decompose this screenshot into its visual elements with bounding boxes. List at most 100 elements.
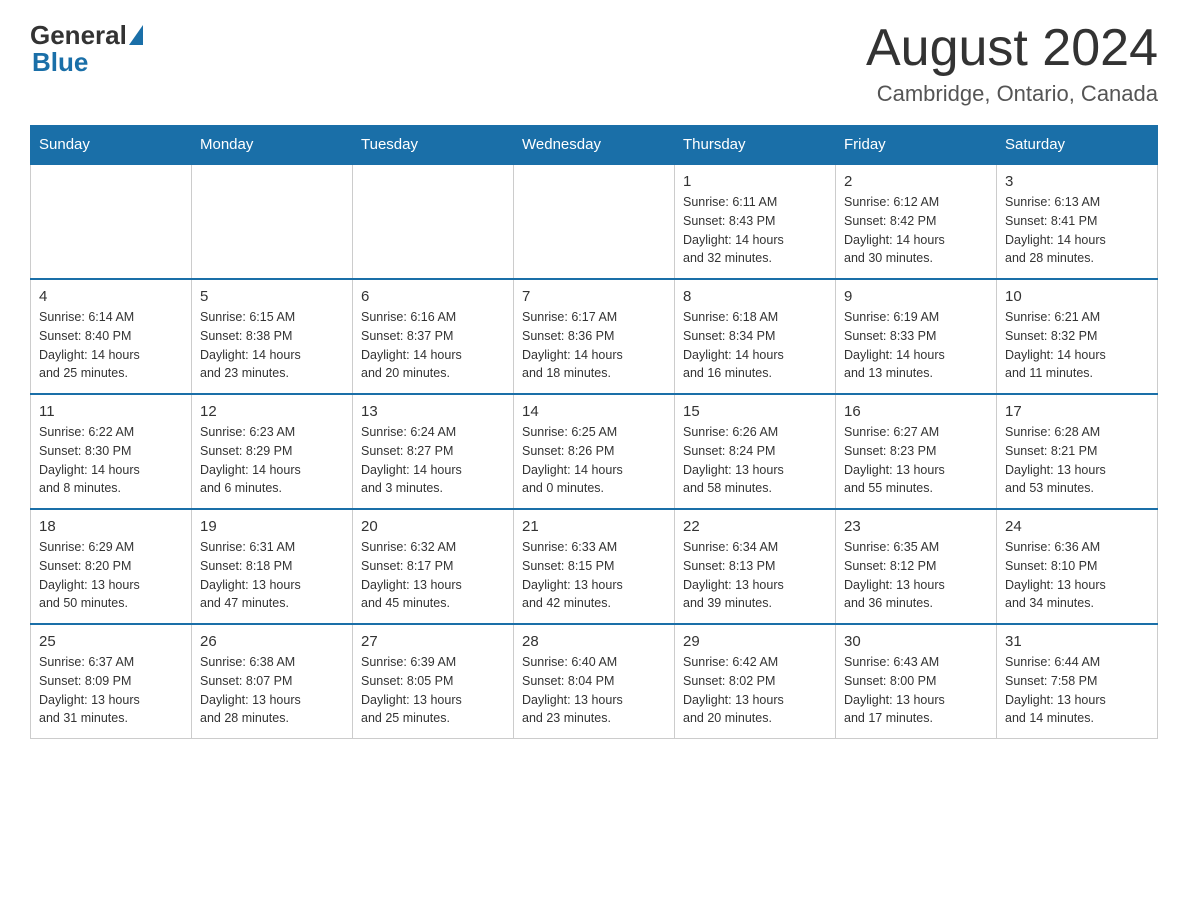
calendar-table: SundayMondayTuesdayWednesdayThursdayFrid…: [30, 125, 1158, 739]
calendar-cell: 12 Sunrise: 6:23 AMSunset: 8:29 PMDayligh…: [192, 394, 353, 509]
calendar-cell: 29 Sunrise: 6:42 AMSunset: 8:02 PMDayligh…: [675, 624, 836, 739]
calendar-cell: [31, 164, 192, 279]
day-number: 7: [522, 288, 666, 305]
day-number: 15: [683, 403, 827, 420]
calendar-cell: 8Sunrise: 6:18 AMSunset: 8:34 PMDaylight…: [675, 279, 836, 394]
calendar-cell: 13 Sunrise: 6:24 AMSunset: 8:27 PMDayligh…: [353, 394, 514, 509]
day-number: 17: [1005, 403, 1149, 420]
calendar-cell: 31 Sunrise: 6:44 AMSunset: 7:58 PMDayligh…: [997, 624, 1158, 739]
calendar-cell: [192, 164, 353, 279]
day-number: 11: [39, 403, 183, 420]
calendar-cell: 26 Sunrise: 6:38 AMSunset: 8:07 PMDayligh…: [192, 624, 353, 739]
calendar-cell: 15 Sunrise: 6:26 AMSunset: 8:24 PMDayligh…: [675, 394, 836, 509]
calendar-cell: 25Sunrise: 6:37 AMSunset: 8:09 PMDayligh…: [31, 624, 192, 739]
weekday-header-monday: Monday: [192, 126, 353, 165]
calendar-cell: 18 Sunrise: 6:29 AMSunset: 8:20 PMDayligh…: [31, 509, 192, 624]
day-info: Sunrise: 6:22 AMSunset: 8:30 PMDaylight:…: [39, 423, 183, 498]
day-info: Sunrise: 6:14 AMSunset: 8:40 PMDaylight:…: [39, 308, 183, 383]
calendar-week-5: 25Sunrise: 6:37 AMSunset: 8:09 PMDayligh…: [31, 624, 1158, 739]
calendar-cell: 9 Sunrise: 6:19 AMSunset: 8:33 PMDaylight…: [836, 279, 997, 394]
day-info: Sunrise: 6:26 AMSunset: 8:24 PMDaylight:…: [683, 423, 827, 498]
day-number: 18: [39, 518, 183, 535]
weekday-header-tuesday: Tuesday: [353, 126, 514, 165]
day-info: Sunrise: 6:16 AMSunset: 8:37 PMDaylight:…: [361, 308, 505, 383]
day-info: Sunrise: 6:13 AMSunset: 8:41 PMDaylight:…: [1005, 193, 1149, 268]
weekday-header-saturday: Saturday: [997, 126, 1158, 165]
calendar-week-3: 11 Sunrise: 6:22 AMSunset: 8:30 PMDayligh…: [31, 394, 1158, 509]
day-info: Sunrise: 6:33 AMSunset: 8:15 PMDaylight:…: [522, 538, 666, 613]
calendar-cell: 21 Sunrise: 6:33 AMSunset: 8:15 PMDayligh…: [514, 509, 675, 624]
page-header: General Blue August 2024 Cambridge, Onta…: [30, 20, 1158, 107]
calendar-cell: 10 Sunrise: 6:21 AMSunset: 8:32 PMDayligh…: [997, 279, 1158, 394]
day-info: Sunrise: 6:40 AMSunset: 8:04 PMDaylight:…: [522, 653, 666, 728]
day-number: 9: [844, 288, 988, 305]
day-number: 16: [844, 403, 988, 420]
day-number: 31: [1005, 633, 1149, 650]
day-number: 29: [683, 633, 827, 650]
calendar-cell: 4 Sunrise: 6:14 AMSunset: 8:40 PMDaylight…: [31, 279, 192, 394]
calendar-cell: [353, 164, 514, 279]
day-info: Sunrise: 6:12 AMSunset: 8:42 PMDaylight:…: [844, 193, 988, 268]
day-info: Sunrise: 6:44 AMSunset: 7:58 PMDaylight:…: [1005, 653, 1149, 728]
day-number: 26: [200, 633, 344, 650]
day-number: 1: [683, 173, 827, 190]
day-info: Sunrise: 6:43 AMSunset: 8:00 PMDaylight:…: [844, 653, 988, 728]
day-number: 12: [200, 403, 344, 420]
day-number: 28: [522, 633, 666, 650]
day-info: Sunrise: 6:19 AMSunset: 8:33 PMDaylight:…: [844, 308, 988, 383]
weekday-header-thursday: Thursday: [675, 126, 836, 165]
month-title: August 2024: [866, 20, 1158, 77]
day-number: 23: [844, 518, 988, 535]
calendar-cell: 19 Sunrise: 6:31 AMSunset: 8:18 PMDayligh…: [192, 509, 353, 624]
day-info: Sunrise: 6:37 AMSunset: 8:09 PMDaylight:…: [39, 653, 183, 728]
day-number: 8: [683, 288, 827, 305]
calendar-cell: 1 Sunrise: 6:11 AMSunset: 8:43 PMDaylight…: [675, 164, 836, 279]
day-info: Sunrise: 6:24 AMSunset: 8:27 PMDaylight:…: [361, 423, 505, 498]
day-info: Sunrise: 6:23 AMSunset: 8:29 PMDaylight:…: [200, 423, 344, 498]
calendar-cell: 30 Sunrise: 6:43 AMSunset: 8:00 PMDayligh…: [836, 624, 997, 739]
day-number: 21: [522, 518, 666, 535]
day-info: Sunrise: 6:39 AMSunset: 8:05 PMDaylight:…: [361, 653, 505, 728]
day-info: Sunrise: 6:25 AMSunset: 8:26 PMDaylight:…: [522, 423, 666, 498]
day-info: Sunrise: 6:29 AMSunset: 8:20 PMDaylight:…: [39, 538, 183, 613]
calendar-cell: 22 Sunrise: 6:34 AMSunset: 8:13 PMDayligh…: [675, 509, 836, 624]
weekday-header-wednesday: Wednesday: [514, 126, 675, 165]
calendar-cell: 28 Sunrise: 6:40 AMSunset: 8:04 PMDayligh…: [514, 624, 675, 739]
day-info: Sunrise: 6:42 AMSunset: 8:02 PMDaylight:…: [683, 653, 827, 728]
day-number: 4: [39, 288, 183, 305]
day-number: 3: [1005, 173, 1149, 190]
day-number: 2: [844, 173, 988, 190]
day-number: 13: [361, 403, 505, 420]
calendar-week-2: 4 Sunrise: 6:14 AMSunset: 8:40 PMDaylight…: [31, 279, 1158, 394]
day-number: 10: [1005, 288, 1149, 305]
weekday-header-friday: Friday: [836, 126, 997, 165]
calendar-cell: [514, 164, 675, 279]
day-number: 5: [200, 288, 344, 305]
day-info: Sunrise: 6:31 AMSunset: 8:18 PMDaylight:…: [200, 538, 344, 613]
day-number: 22: [683, 518, 827, 535]
day-info: Sunrise: 6:17 AMSunset: 8:36 PMDaylight:…: [522, 308, 666, 383]
day-number: 14: [522, 403, 666, 420]
day-info: Sunrise: 6:21 AMSunset: 8:32 PMDaylight:…: [1005, 308, 1149, 383]
weekday-header-sunday: Sunday: [31, 126, 192, 165]
calendar-cell: 3 Sunrise: 6:13 AMSunset: 8:41 PMDaylight…: [997, 164, 1158, 279]
logo-blue-text: Blue: [32, 47, 88, 78]
day-info: Sunrise: 6:32 AMSunset: 8:17 PMDaylight:…: [361, 538, 505, 613]
calendar-week-4: 18 Sunrise: 6:29 AMSunset: 8:20 PMDayligh…: [31, 509, 1158, 624]
day-info: Sunrise: 6:11 AMSunset: 8:43 PMDaylight:…: [683, 193, 827, 268]
day-number: 30: [844, 633, 988, 650]
calendar-cell: 7 Sunrise: 6:17 AMSunset: 8:36 PMDaylight…: [514, 279, 675, 394]
logo-triangle-icon: [129, 25, 143, 45]
calendar-cell: 20Sunrise: 6:32 AMSunset: 8:17 PMDayligh…: [353, 509, 514, 624]
calendar-cell: 5Sunrise: 6:15 AMSunset: 8:38 PMDaylight…: [192, 279, 353, 394]
day-info: Sunrise: 6:34 AMSunset: 8:13 PMDaylight:…: [683, 538, 827, 613]
day-number: 19: [200, 518, 344, 535]
day-info: Sunrise: 6:38 AMSunset: 8:07 PMDaylight:…: [200, 653, 344, 728]
calendar-cell: 23Sunrise: 6:35 AMSunset: 8:12 PMDayligh…: [836, 509, 997, 624]
day-number: 6: [361, 288, 505, 305]
calendar-cell: 2 Sunrise: 6:12 AMSunset: 8:42 PMDaylight…: [836, 164, 997, 279]
title-block: August 2024 Cambridge, Ontario, Canada: [866, 20, 1158, 107]
day-info: Sunrise: 6:27 AMSunset: 8:23 PMDaylight:…: [844, 423, 988, 498]
logo: General Blue: [30, 20, 143, 78]
day-info: Sunrise: 6:36 AMSunset: 8:10 PMDaylight:…: [1005, 538, 1149, 613]
